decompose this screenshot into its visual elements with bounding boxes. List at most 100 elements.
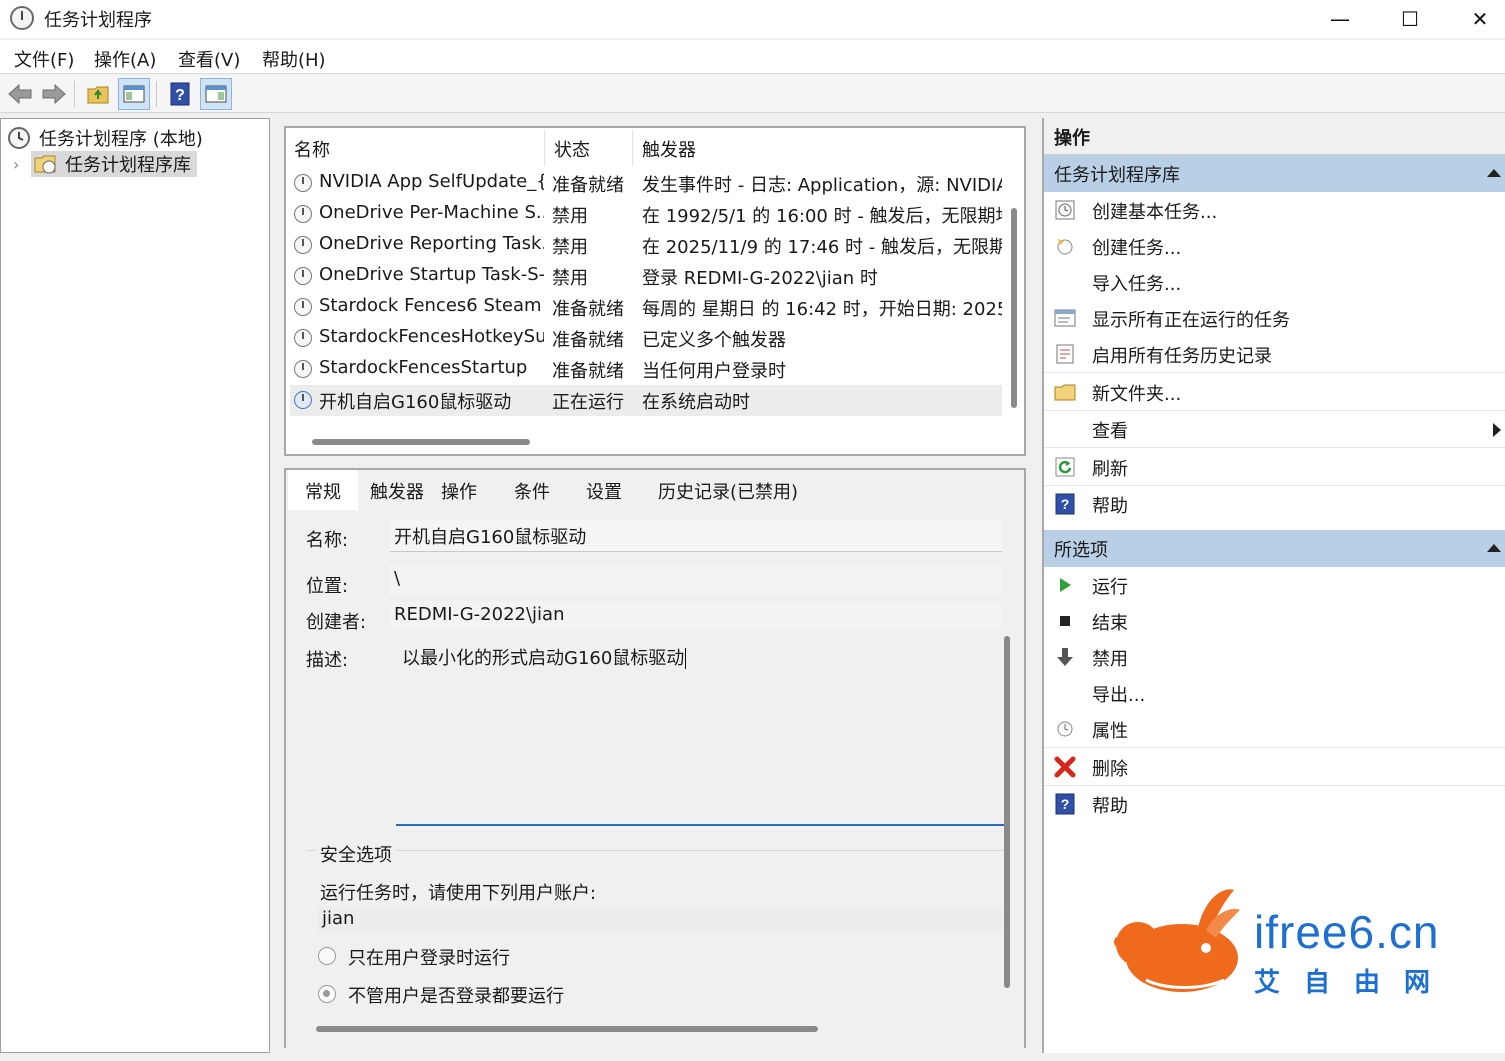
action-label: 创建基本任务... <box>1092 202 1218 223</box>
run-as-user: jian <box>318 907 1002 933</box>
clock-icon <box>294 174 312 192</box>
actions-pane-header: 操作 <box>1044 118 1505 155</box>
task-row[interactable]: NVIDIA App SelfUpdate_{... 准备就绪 发生事件时 - … <box>290 168 1002 199</box>
tab-general[interactable]: 常规 <box>288 470 358 510</box>
action-label: 新文件夹... <box>1092 384 1182 405</box>
task-status: 禁用 <box>552 206 588 227</box>
action-export[interactable]: 导出... <box>1044 675 1505 712</box>
help-icon: ? <box>1054 793 1076 815</box>
maximize-button[interactable]: ☐ <box>1375 0 1445 38</box>
action-view[interactable]: 查看 <box>1044 411 1505 448</box>
task-trigger: 发生事件时 - 日志: Application，源: NVIDIA A <box>642 175 1002 196</box>
action-end[interactable]: 结束 <box>1044 603 1505 640</box>
clock-icon <box>8 127 30 149</box>
task-status: 正在运行 <box>552 392 624 413</box>
task-status: 准备就绪 <box>552 175 624 196</box>
menu-file[interactable]: 文件(F) <box>14 46 74 72</box>
menu-action[interactable]: 操作(A) <box>94 46 156 72</box>
task-row-selected[interactable]: 开机自启G160鼠标驱动 正在运行 在系统启动时 <box>290 385 1002 416</box>
tree-root-label: 任务计划程序 (本地) <box>39 129 203 150</box>
menu-view[interactable]: 查看(V) <box>178 46 240 72</box>
section-selected-header[interactable]: 所选项 <box>1044 530 1505 567</box>
history-icon <box>1054 343 1076 365</box>
close-button[interactable]: ✕ <box>1445 0 1505 38</box>
action-delete[interactable]: 删除 <box>1044 749 1505 786</box>
radio-run-whether-logged-on[interactable] <box>318 985 336 1003</box>
forward-arrow-icon[interactable] <box>38 78 70 110</box>
task-list: 名称 状态 触发器 NVIDIA App SelfUpdate_{... 准备就… <box>284 126 1026 456</box>
action-help[interactable]: ? 帮助 <box>1044 486 1505 523</box>
tab-conditions[interactable]: 条件 <box>504 470 560 510</box>
action-create-task[interactable]: 创建任务... <box>1044 228 1505 265</box>
collapse-caret-icon[interactable] <box>1487 169 1501 177</box>
detail-vertical-scrollbar[interactable] <box>1004 636 1010 988</box>
task-status: 准备就绪 <box>552 330 624 351</box>
action-label: 属性 <box>1092 721 1128 742</box>
task-name: StardockFencesHotkeySu... <box>319 326 544 347</box>
tab-history[interactable]: 历史记录(已禁用) <box>648 470 808 510</box>
task-trigger: 在 2025/11/9 的 17:46 时 - 触发后，无限期地 <box>642 237 1002 258</box>
action-label: 创建任务... <box>1092 238 1182 259</box>
task-row[interactable]: Stardock Fences6 Steam ... 准备就绪 每周的 星期日 … <box>290 292 1002 323</box>
task-trigger: 已定义多个触发器 <box>642 330 786 351</box>
action-label: 导入任务... <box>1092 274 1182 295</box>
tree-item-library[interactable]: › 任务计划程序库 <box>13 151 197 177</box>
show-hide-action-pane-icon[interactable] <box>200 78 232 110</box>
svg-text:?: ? <box>1061 496 1070 512</box>
properties-icon <box>1054 718 1076 740</box>
help-icon[interactable]: ? <box>164 78 196 110</box>
create-basic-task-icon <box>1054 199 1076 221</box>
task-row[interactable]: OneDrive Startup Task-S-... 禁用 登录 REDMI-… <box>290 261 1002 292</box>
folder-up-icon[interactable] <box>82 78 114 110</box>
author-label: 创建者: <box>306 612 367 633</box>
action-new-folder[interactable]: 新文件夹... <box>1044 374 1505 411</box>
minimize-button[interactable]: — <box>1305 0 1375 38</box>
action-label: 结束 <box>1092 613 1128 634</box>
action-enable-history[interactable]: 启用所有任务历史记录 <box>1044 336 1505 373</box>
list-horizontal-scrollbar[interactable] <box>312 439 530 445</box>
task-name: OneDrive Per-Machine S... <box>319 202 544 223</box>
running-tasks-icon <box>1054 307 1076 329</box>
action-disable[interactable]: 禁用 <box>1044 639 1505 676</box>
list-vertical-scrollbar[interactable] <box>1011 208 1017 408</box>
task-list-header: 名称 状态 触发器 <box>286 128 1024 168</box>
menu-help[interactable]: 帮助(H) <box>262 46 326 72</box>
action-import-task[interactable]: 导入任务... <box>1044 264 1505 301</box>
action-create-basic-task[interactable]: 创建基本任务... <box>1044 192 1505 229</box>
back-arrow-icon[interactable] <box>4 78 36 110</box>
radio-run-only-logged-on[interactable] <box>318 947 336 965</box>
clock-icon <box>294 236 312 254</box>
tab-triggers[interactable]: 触发器 <box>362 470 432 510</box>
section-library-header[interactable]: 任务计划程序库 <box>1044 155 1505 192</box>
clock-icon <box>294 298 312 316</box>
task-detail-panel: 常规 触发器 操作 条件 设置 历史记录(已禁用) 名称: 开机自启G160鼠标… <box>284 468 1026 1048</box>
collapse-caret-icon[interactable] <box>1487 544 1501 552</box>
detail-horizontal-scrollbar[interactable] <box>316 1026 818 1032</box>
task-row[interactable]: StardockFencesStartup 准备就绪 当任何用户登录时 <box>290 354 1002 385</box>
column-header-trigger[interactable]: 触发器 <box>642 136 696 162</box>
show-hide-console-tree-icon[interactable] <box>118 78 150 110</box>
name-field[interactable]: 开机自启G160鼠标驱动 <box>390 520 1002 552</box>
help-icon: ? <box>1054 493 1076 515</box>
task-row[interactable]: OneDrive Reporting Task... 禁用 在 2025/11/… <box>290 230 1002 261</box>
action-properties[interactable]: 属性 <box>1044 711 1505 748</box>
action-refresh[interactable]: 刷新 <box>1044 449 1505 486</box>
task-row[interactable]: StardockFencesHotkeySu... 准备就绪 已定义多个触发器 <box>290 323 1002 354</box>
detail-tabs: 常规 触发器 操作 条件 设置 历史记录(已禁用) <box>286 470 1024 510</box>
action-show-running[interactable]: 显示所有正在运行的任务 <box>1044 300 1505 337</box>
description-field[interactable]: 以最小化的形式启动G160鼠标驱动 <box>396 640 1006 826</box>
tab-actions[interactable]: 操作 <box>432 470 486 510</box>
tab-settings[interactable]: 设置 <box>576 470 632 510</box>
title-bar: 任务计划程序 — ☐ ✕ <box>0 0 1505 38</box>
chevron-right-icon[interactable]: › <box>13 155 31 174</box>
tree-root[interactable]: 任务计划程序 (本地) <box>7 125 203 151</box>
radio-run-whether-logged-on-label: 不管用户是否登录都要运行 <box>348 986 564 1007</box>
column-header-status[interactable]: 状态 <box>554 136 590 162</box>
text-cursor <box>685 648 687 669</box>
description-text: 以最小化的形式启动G160鼠标驱动 <box>402 648 685 669</box>
tree-item-selected[interactable]: 任务计划程序库 <box>31 151 197 177</box>
action-help-selected[interactable]: ? 帮助 <box>1044 786 1505 823</box>
task-row[interactable]: OneDrive Per-Machine S... 禁用 在 1992/5/1 … <box>290 199 1002 230</box>
action-run[interactable]: 运行 <box>1044 567 1505 604</box>
column-header-name[interactable]: 名称 <box>294 136 330 162</box>
